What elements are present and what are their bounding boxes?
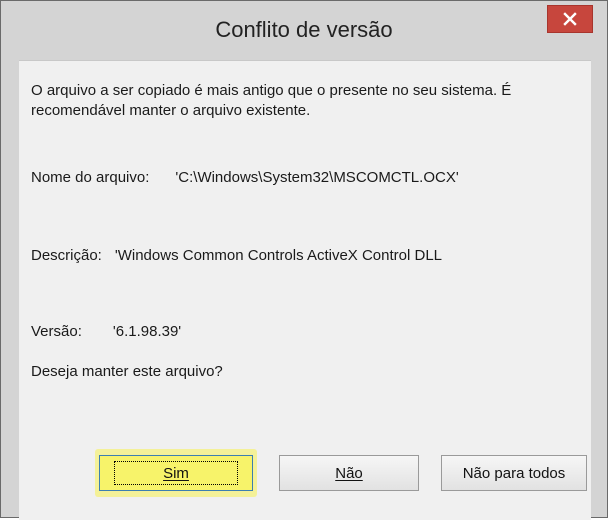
file-name-value: 'C:\Windows\System32\MSCOMCTL.OCX' xyxy=(175,169,459,186)
no-to-all-button-label: Não para todos xyxy=(462,464,566,482)
question-text: Deseja manter este arquivo? xyxy=(31,363,223,380)
version-value: '6.1.98.39' xyxy=(112,323,182,340)
dialog-window: Conflito de versão O arquivo a ser copia… xyxy=(0,0,608,520)
dialog-content: O arquivo a ser copiado é mais antigo qu… xyxy=(19,60,591,520)
version-row: Versão: '6.1.98.39' xyxy=(31,323,181,340)
description-value: 'Windows Common Controls ActiveX Control… xyxy=(114,247,443,264)
description-row: Descrição: 'Windows Common Controls Acti… xyxy=(31,247,442,264)
version-label: Versão: xyxy=(31,323,82,340)
dialog-message: O arquivo a ser copiado é mais antigo qu… xyxy=(31,82,512,119)
description-label: Descrição: xyxy=(31,247,102,264)
file-name-row: Nome do arquivo: 'C:\Windows\System32\MS… xyxy=(31,169,459,186)
yes-button-label: Sim xyxy=(163,464,189,482)
close-icon xyxy=(563,12,577,26)
no-to-all-button[interactable]: Não para todos xyxy=(441,455,587,491)
focus-rectangle: Sim xyxy=(114,461,238,485)
window-title: Conflito de versão xyxy=(215,17,393,42)
close-button[interactable] xyxy=(547,5,593,33)
title-bar: Conflito de versão xyxy=(1,1,607,58)
yes-button[interactable]: Sim xyxy=(99,455,253,491)
no-button-label: Não xyxy=(335,464,363,482)
file-name-label: Nome do arquivo: xyxy=(31,169,150,186)
no-button[interactable]: Não xyxy=(279,455,419,491)
